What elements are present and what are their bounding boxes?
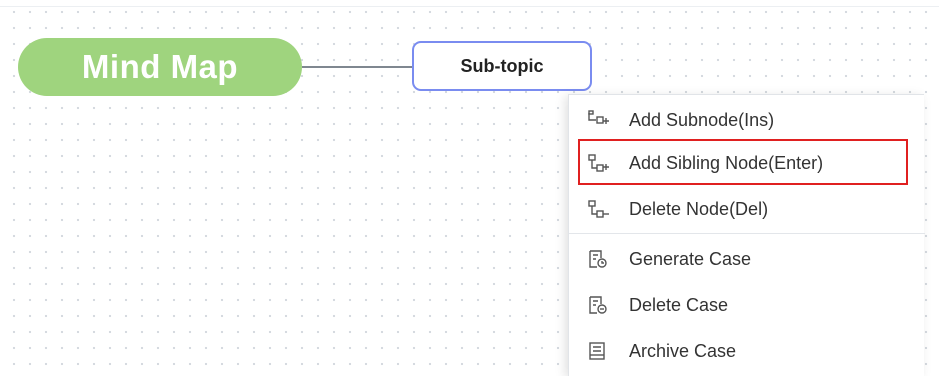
menu-item-delete-case[interactable]: Delete Case [569, 282, 925, 328]
add-sibling-node-icon [587, 152, 613, 174]
menu-item-archive-case[interactable]: Archive Case [569, 328, 925, 374]
delete-node-icon [587, 198, 613, 220]
menu-item-label: Add Subnode(Ins) [629, 109, 775, 130]
node-connector-line [302, 66, 412, 68]
root-node-label: Mind Map [81, 48, 239, 85]
add-subnode-icon [587, 109, 613, 131]
menu-item-label: Delete Case [629, 294, 729, 315]
root-node[interactable]: Mind Map [18, 38, 302, 96]
menu-item-label: Archive Case [629, 340, 737, 361]
archive-case-icon [587, 340, 613, 362]
menu-item-generate-case[interactable]: Generate Case [569, 236, 925, 282]
menu-item-delete-node[interactable]: Delete Node(Del) [569, 186, 925, 232]
menu-divider [569, 233, 925, 234]
menu-item-add-sibling-node[interactable]: Add Sibling Node(Enter) [569, 140, 925, 186]
menu-item-label: Generate Case [629, 248, 752, 269]
delete-case-icon [587, 294, 613, 316]
generate-case-icon [587, 248, 613, 270]
menu-item-label: Add Sibling Node(Enter) [629, 152, 824, 173]
subtopic-node-label: Sub-topic [460, 55, 544, 76]
menu-item-add-subnode[interactable]: Add Subnode(Ins) [569, 97, 925, 143]
menu-item-label: Delete Node(Del) [629, 198, 769, 219]
canvas-top-edge [0, 0, 939, 7]
context-menu: Add Subnode(Ins) Add Sibling Node(Enter)… [568, 94, 925, 376]
subtopic-node[interactable]: Sub-topic [412, 41, 592, 91]
